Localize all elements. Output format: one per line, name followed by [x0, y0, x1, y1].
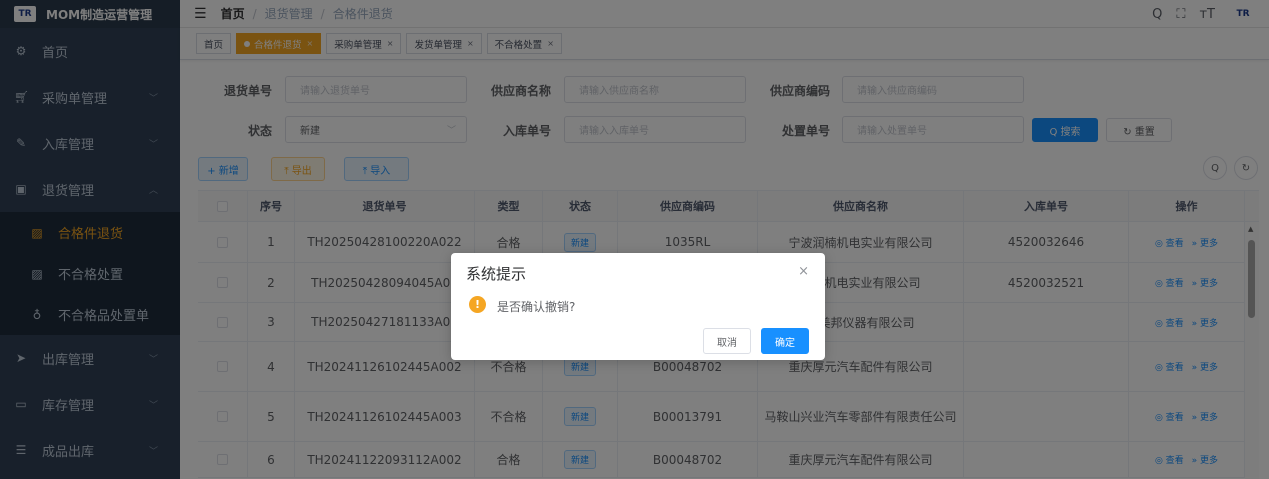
- dialog-message: 是否确认撤销?: [497, 300, 576, 314]
- confirm-button[interactable]: 确定: [761, 328, 809, 354]
- dialog-title: 系统提示: [466, 265, 527, 283]
- warning-icon: !: [469, 296, 486, 313]
- confirm-dialog: 系统提示 × ! 是否确认撤销? 取消 确定: [451, 253, 825, 360]
- modal-overlay[interactable]: [0, 0, 1269, 479]
- cancel-button[interactable]: 取消: [703, 328, 751, 354]
- close-icon[interactable]: ×: [798, 264, 809, 279]
